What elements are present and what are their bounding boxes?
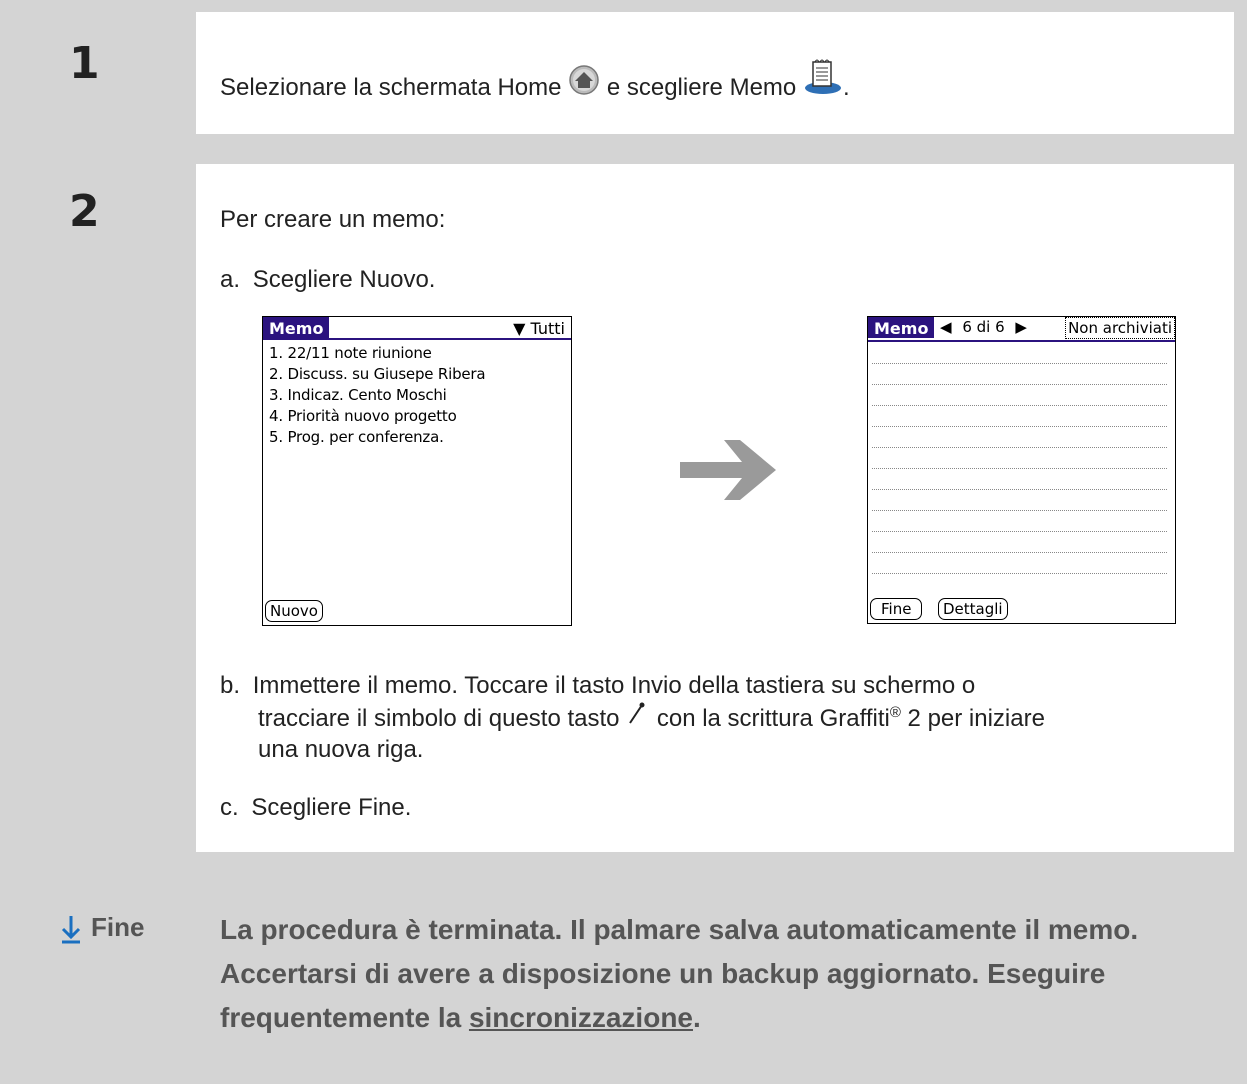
note-line (872, 405, 1167, 406)
step-2b-line1-text: Immettere il memo. Toccare il tasto Invi… (252, 672, 976, 699)
note-line (872, 384, 1167, 385)
note-line (872, 552, 1167, 553)
memo-list-screen: Memo ▼ Tutti 1. 22/11 note riunione 2. D… (262, 316, 572, 626)
list-item[interactable]: 2. Discuss. su Giusepe Ribera (269, 365, 486, 383)
next-arrow-icon[interactable]: ▶ (1015, 318, 1027, 336)
step-2b-line1: b. Immettere il memo. Toccare il tasto I… (220, 672, 975, 700)
home-icon (568, 64, 600, 103)
top-border (0, 0, 1247, 12)
step-2c-text: Scegliere Fine. (251, 794, 412, 821)
step-2b-line2-end: 2 per iniziare (907, 705, 1045, 732)
step-2b-line3: una nuova riga. (258, 736, 424, 763)
step-1-text-before: Selezionare la schermata Home (220, 74, 562, 101)
down-arrow-icon (61, 916, 81, 944)
note-line (872, 531, 1167, 532)
registered-mark: ® (889, 704, 901, 721)
category-label: Tutti (530, 319, 565, 338)
note-line (872, 489, 1167, 490)
step-1-number: 1 (69, 38, 100, 89)
list-item[interactable]: 4. Priorità nuovo progetto (269, 407, 457, 425)
done-button[interactable]: Fine (870, 598, 923, 620)
note-line (872, 468, 1167, 469)
memo-list-title: Memo (263, 317, 330, 338)
step-1-period: . (842, 74, 850, 101)
right-border (1234, 0, 1247, 1084)
step-1-text-middle: e scegliere Memo (606, 74, 797, 101)
step-2-body: Per creare un memo: a. Scegliere Nuovo. … (196, 164, 1234, 852)
step-2-number-cell: 2 (32, 164, 196, 852)
record-navigator: ◀ 6 di 6 ▶ (940, 318, 1027, 336)
step-2c-letter: c. (220, 794, 239, 821)
step-2b-letter: b. (220, 672, 241, 699)
step-2-number: 2 (69, 186, 100, 237)
step-1-instruction: Selezionare la schermata Home e sceglier… (220, 59, 850, 103)
memo-list-title-rule (263, 338, 571, 340)
step-2-intro: Per creare un memo: (220, 206, 446, 233)
step-2c: c. Scegliere Fine. (220, 794, 411, 822)
record-counter: 6 di 6 (962, 318, 1005, 336)
note-line (872, 510, 1167, 511)
step-1-body: Selezionare la schermata Home e sceglier… (196, 12, 1234, 134)
note-line (872, 363, 1167, 364)
step-2a-letter: a. (220, 266, 241, 293)
step-1-number-cell: 1 (32, 12, 196, 134)
details-button[interactable]: Dettagli (938, 598, 1008, 620)
memo-app-icon (803, 59, 843, 103)
step-2b-line2: tracciare il simbolo di questo tasto con… (258, 702, 1045, 734)
sync-link[interactable]: sincronizzazione (469, 1002, 693, 1033)
category-selector[interactable]: Non archiviati (1065, 317, 1175, 339)
note-line (872, 573, 1167, 574)
step-separator (32, 134, 1234, 164)
step-2b-line2-after: con la scrittura Graffiti (656, 705, 890, 732)
category-dropdown[interactable]: ▼ Tutti (513, 319, 565, 338)
page: 1 Selezionare la schermata Home e scegli… (0, 0, 1247, 1084)
left-border (0, 0, 32, 1084)
dropdown-triangle-icon: ▼ (513, 319, 526, 338)
done-message: La procedura è terminata. Il palmare sal… (220, 908, 1220, 1040)
arrow-right-icon (680, 440, 776, 500)
memo-edit-title: Memo (868, 317, 935, 338)
note-line (872, 426, 1167, 427)
memo-edit-screen: Memo ◀ 6 di 6 ▶ Non archiviati Fine Dett… (867, 316, 1176, 624)
memo-edit-title-rule (868, 340, 1175, 342)
list-item[interactable]: 1. 22/11 note riunione (269, 344, 432, 362)
step-2b-line2-before: tracciare il simbolo di questo tasto (258, 705, 620, 732)
done-message-period: . (693, 1002, 701, 1033)
graffiti-return-stroke-icon (626, 702, 650, 734)
note-line (872, 447, 1167, 448)
bottom-border (0, 1067, 1247, 1084)
new-button[interactable]: Nuovo (265, 600, 323, 622)
list-item[interactable]: 5. Prog. per conferenza. (269, 428, 444, 446)
step-2a: a. Scegliere Nuovo. (220, 266, 435, 294)
step-2a-text: Scegliere Nuovo. (252, 266, 436, 293)
done-label: Fine (91, 912, 145, 942)
list-item[interactable]: 3. Indicaz. Cento Moschi (269, 386, 447, 404)
previous-arrow-icon[interactable]: ◀ (940, 318, 952, 336)
